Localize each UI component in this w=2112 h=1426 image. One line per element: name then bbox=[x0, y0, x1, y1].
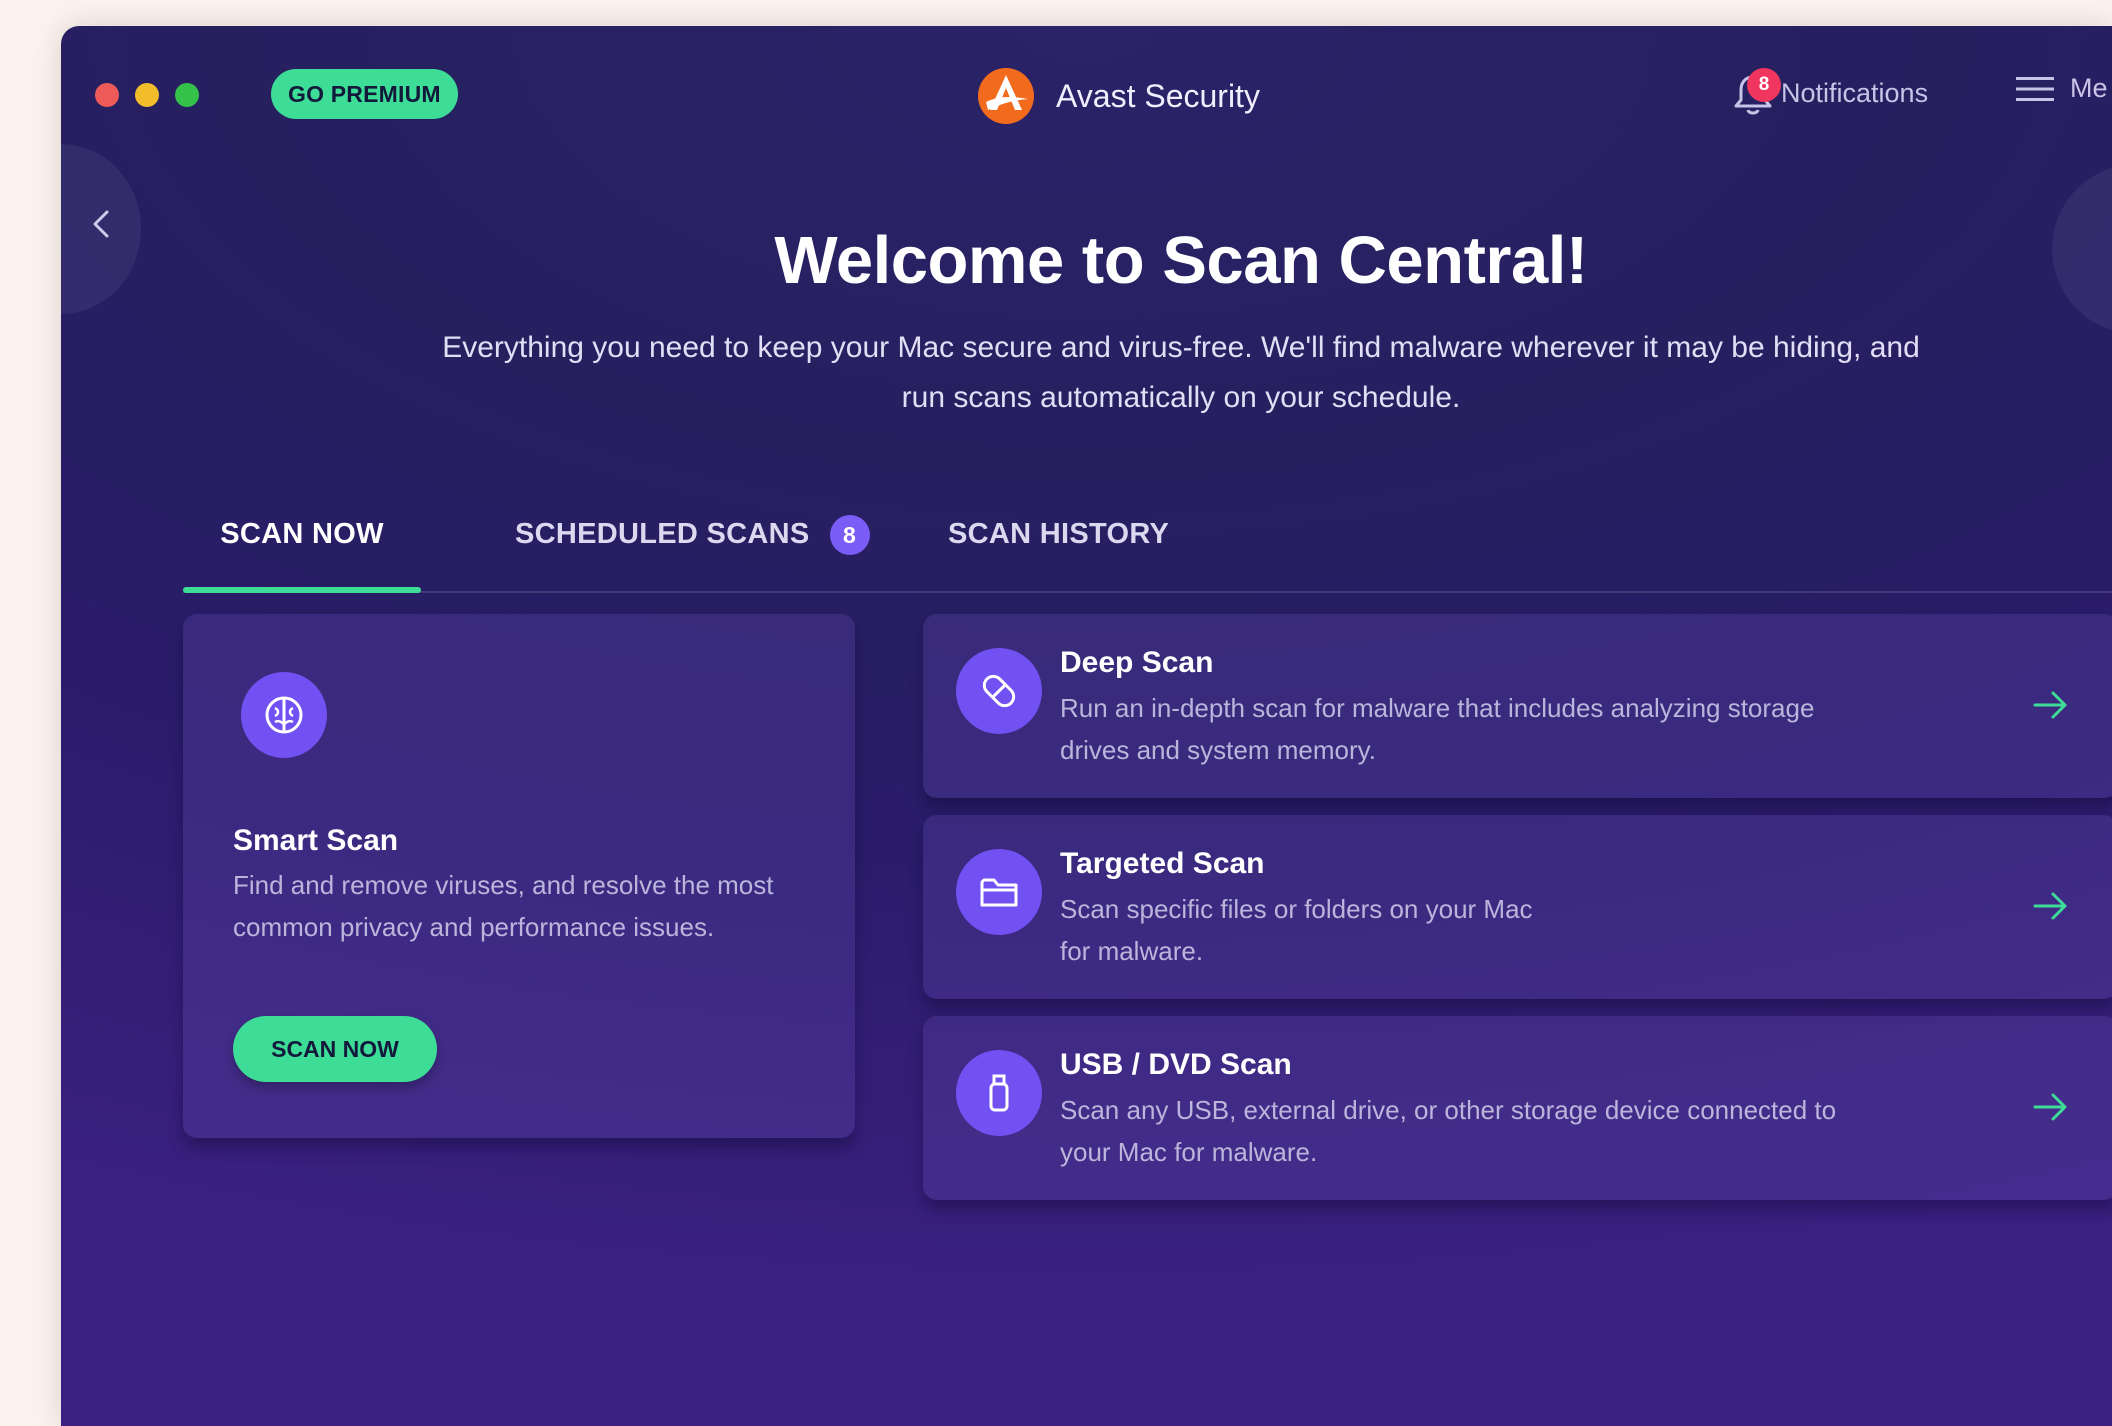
scan-tabs: SCAN NOW SCHEDULED SCANS 8 SCAN HISTORY bbox=[183, 515, 2112, 593]
smart-scan-description: Find and remove viruses, and resolve the… bbox=[233, 870, 774, 942]
app-brand: Avast Security bbox=[976, 66, 1260, 126]
page-subtitle-line: run scans automatically on your schedule… bbox=[901, 381, 1461, 414]
tab-scheduled-scans[interactable]: SCHEDULED SCANS 8 bbox=[515, 515, 870, 591]
description-line: your Mac for malware. bbox=[1060, 1137, 1318, 1167]
targeted-scan-description: Scan specific files or folders on your M… bbox=[1060, 888, 1940, 972]
page-title: Welcome to Scan Central! bbox=[774, 223, 1588, 298]
window-controls bbox=[95, 83, 199, 107]
description-line: for malware. bbox=[1060, 936, 1204, 966]
arrow-right-icon[interactable] bbox=[2029, 885, 2071, 927]
page-subtitle-line: Everything you need to keep your Mac sec… bbox=[442, 331, 1920, 364]
deep-scan-title: Deep Scan bbox=[1060, 646, 1214, 679]
app-window: GO PREMIUM Avast Security 8 Notification… bbox=[61, 26, 2112, 1426]
scheduled-count-badge: 8 bbox=[829, 515, 870, 555]
targeted-scan-title: Targeted Scan bbox=[1060, 847, 1265, 880]
arrow-right-icon[interactable] bbox=[2029, 1086, 2071, 1128]
smart-scan-title: Smart Scan bbox=[233, 824, 399, 857]
tab-label: SCHEDULED SCANS bbox=[515, 518, 810, 550]
tab-label: SCAN NOW bbox=[220, 518, 384, 550]
deep-scan-card[interactable]: Deep Scan Run an in-depth scan for malwa… bbox=[923, 614, 2112, 798]
bell-icon: 8 bbox=[1731, 68, 1781, 116]
description-line: Scan any USB, external drive, or other s… bbox=[1060, 1095, 1837, 1125]
usb-dvd-scan-title: USB / DVD Scan bbox=[1060, 1048, 1292, 1081]
zoom-window-button[interactable] bbox=[175, 83, 199, 107]
notifications-button[interactable]: 8 Notifications bbox=[1731, 68, 1929, 116]
tab-scan-now[interactable]: SCAN NOW bbox=[183, 518, 421, 593]
description-line: Run an in-depth scan for malware that in… bbox=[1060, 693, 1815, 723]
description-line: Scan specific files or folders on your M… bbox=[1060, 894, 1533, 924]
notifications-label: Notifications bbox=[1781, 77, 1929, 108]
targeted-scan-card[interactable]: Targeted Scan Scan specific files or fol… bbox=[923, 815, 2112, 999]
app-title: Avast Security bbox=[1056, 77, 1260, 114]
tab-scan-history[interactable]: SCAN HISTORY bbox=[948, 518, 1169, 591]
notifications-count-badge: 8 bbox=[1747, 68, 1781, 102]
go-premium-button[interactable]: GO PREMIUM bbox=[271, 69, 458, 119]
tab-label: SCAN HISTORY bbox=[948, 518, 1170, 550]
usb-dvd-scan-card[interactable]: USB / DVD Scan Scan any USB, external dr… bbox=[923, 1016, 2112, 1200]
usb-dvd-scan-description: Scan any USB, external drive, or other s… bbox=[1060, 1089, 1940, 1173]
menu-button[interactable]: Me bbox=[2016, 73, 2108, 104]
smart-scan-card: Smart Scan Find and remove viruses, and … bbox=[183, 614, 855, 1138]
minimize-window-button[interactable] bbox=[135, 83, 159, 107]
description-line: drives and system memory. bbox=[1060, 735, 1376, 765]
hamburger-icon bbox=[2016, 76, 2054, 101]
menu-label: Me bbox=[2070, 73, 2108, 103]
bandage-icon bbox=[956, 648, 1042, 734]
avast-logo-icon bbox=[978, 68, 1034, 124]
close-window-button[interactable] bbox=[95, 83, 119, 107]
arrow-right-icon[interactable] bbox=[2029, 684, 2071, 726]
page-subtitle: Everything you need to keep your Mac sec… bbox=[281, 323, 2081, 423]
brain-icon bbox=[241, 672, 327, 758]
usb-icon bbox=[956, 1050, 1042, 1136]
folder-icon bbox=[956, 849, 1042, 935]
scan-now-button[interactable]: SCAN NOW bbox=[233, 1016, 437, 1082]
deep-scan-description: Run an in-depth scan for malware that in… bbox=[1060, 687, 1940, 771]
